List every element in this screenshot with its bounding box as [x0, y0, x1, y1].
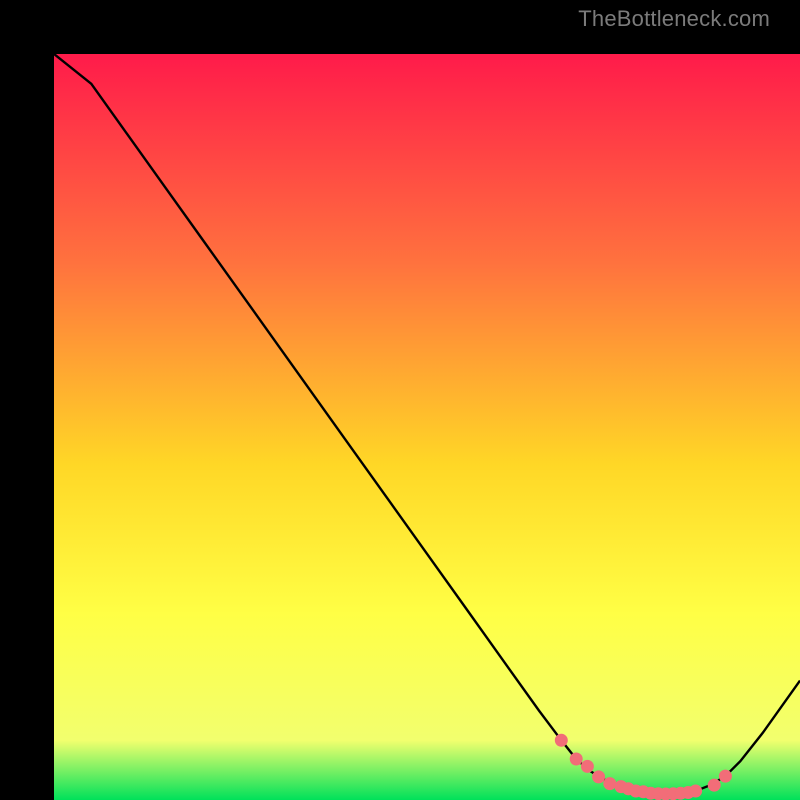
chart-svg [54, 54, 800, 800]
data-marker [581, 760, 593, 772]
gradient-background [54, 54, 800, 800]
data-marker [555, 734, 567, 746]
plot-area [27, 27, 773, 773]
data-marker [570, 753, 582, 765]
data-marker [593, 771, 605, 783]
data-marker [690, 785, 702, 797]
data-marker [719, 770, 731, 782]
data-marker [708, 779, 720, 791]
data-marker [604, 778, 616, 790]
watermark-text: TheBottleneck.com [578, 6, 770, 32]
